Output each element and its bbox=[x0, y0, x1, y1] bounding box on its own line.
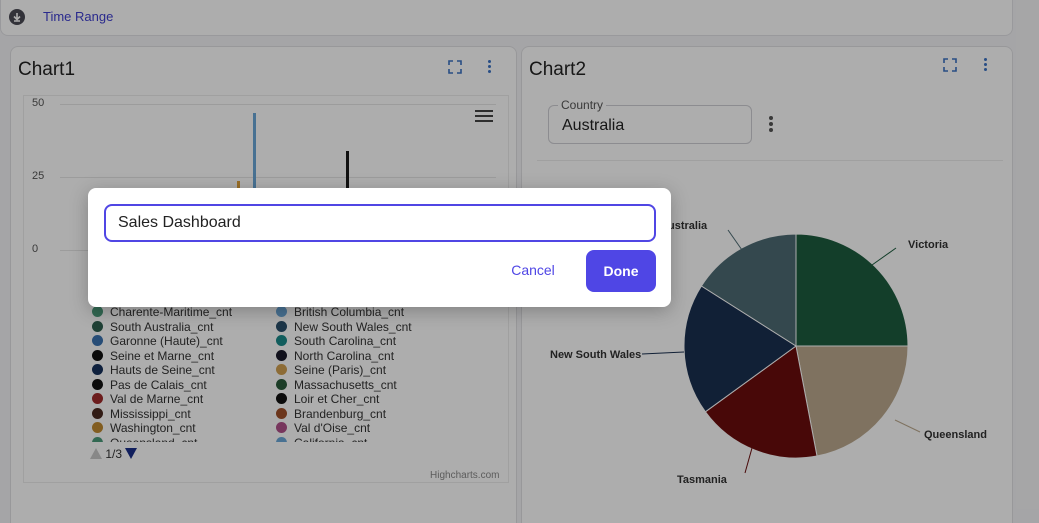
dashboard-name-input[interactable] bbox=[104, 204, 656, 242]
cancel-button[interactable]: Cancel bbox=[498, 252, 568, 288]
rename-dialog: Cancel Done bbox=[88, 188, 671, 307]
done-button[interactable]: Done bbox=[586, 250, 656, 292]
